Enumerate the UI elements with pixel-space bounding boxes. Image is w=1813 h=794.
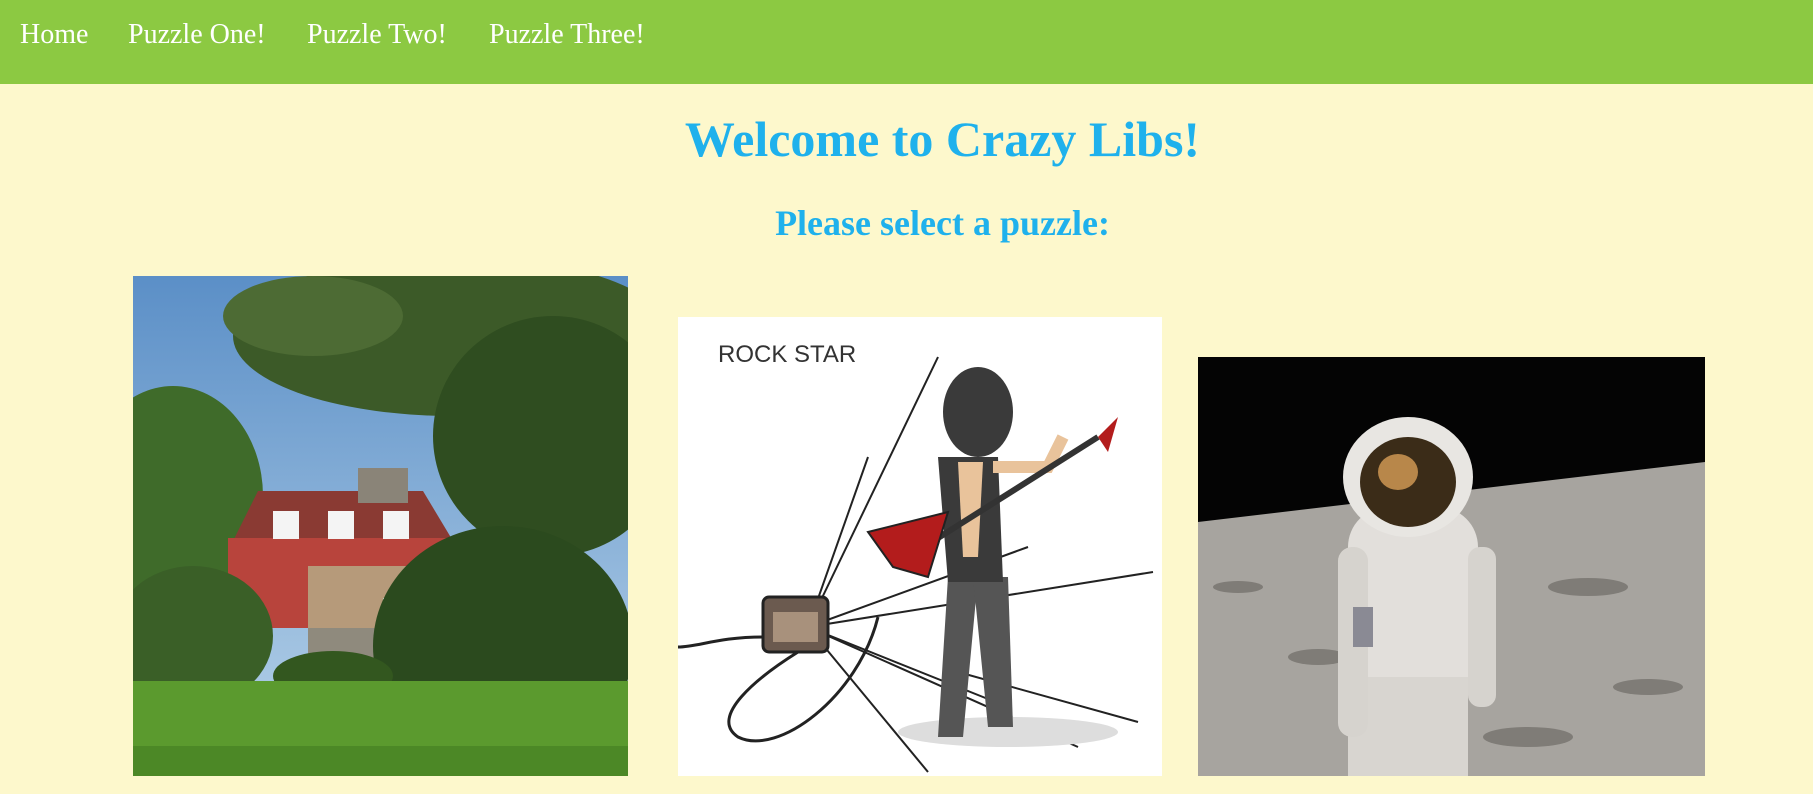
puzzle-one-image[interactable] bbox=[133, 276, 628, 776]
rock-star-caption: ROCK STAR bbox=[718, 341, 856, 368]
page-subtitle: Please select a puzzle: bbox=[775, 203, 1110, 243]
nav-puzzle-one-link[interactable]: Puzzle One! bbox=[128, 19, 266, 51]
nav-puzzle-three-link[interactable]: Puzzle Three! bbox=[489, 19, 645, 51]
nav-puzzle-two-link[interactable]: Puzzle Two! bbox=[307, 19, 447, 51]
puzzle-three-image[interactable] bbox=[1198, 357, 1705, 776]
top-navbar: Home Puzzle One! Puzzle Two! Puzzle Thre… bbox=[0, 0, 1813, 84]
puzzle-two-image[interactable]: ROCK STAR bbox=[678, 317, 1162, 776]
nav-home-link[interactable]: Home bbox=[20, 19, 88, 51]
page-title: Welcome to Crazy Libs! bbox=[684, 111, 1201, 167]
